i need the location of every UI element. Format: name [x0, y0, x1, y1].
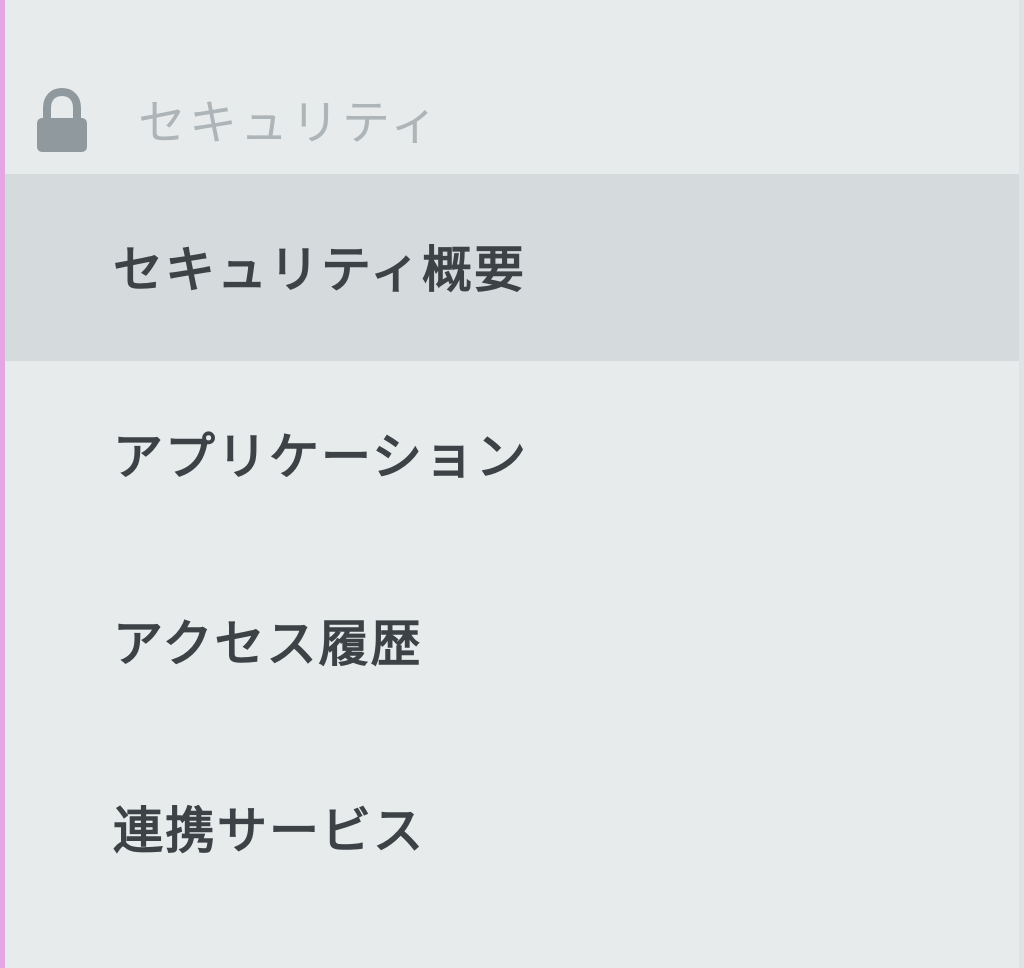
security-sidebar: セキュリティ セキュリティ概要 アプリケーション アクセス履歴 連携サービス	[0, 0, 1024, 968]
sidebar-item-label: セキュリティ概要	[113, 241, 526, 299]
sidebar-item-security-overview[interactable]: セキュリティ概要	[5, 174, 1024, 361]
sidebar-item-connected-services[interactable]: 連携サービス	[5, 735, 1024, 922]
sidebar-item-applications[interactable]: アプリケーション	[5, 361, 1024, 548]
sidebar-item-label: アプリケーション	[113, 428, 528, 486]
sidebar-item-label: アクセス履歴	[113, 615, 423, 673]
sidebar-item-access-history[interactable]: アクセス履歴	[5, 548, 1024, 735]
lock-icon	[37, 88, 87, 152]
security-section-header: セキュリティ	[5, 78, 1024, 160]
sidebar-item-label: 連携サービス	[113, 802, 425, 860]
section-title: セキュリティ	[138, 95, 442, 151]
security-nav-list: セキュリティ概要 アプリケーション アクセス履歴 連携サービス	[5, 174, 1024, 922]
